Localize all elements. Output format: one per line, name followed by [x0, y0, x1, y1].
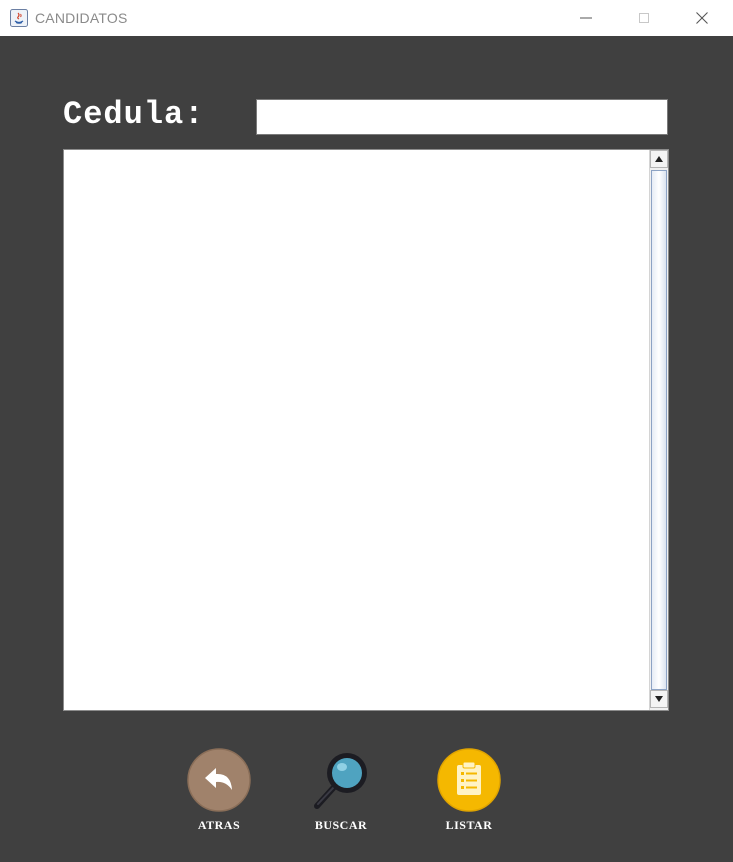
triangle-up-icon — [655, 156, 663, 162]
buscar-label: BUSCAR — [314, 818, 368, 832]
magnifier-icon — [314, 753, 367, 809]
cedula-input[interactable] — [256, 99, 668, 135]
results-panel — [63, 149, 669, 711]
minimize-button[interactable] — [557, 0, 615, 36]
clipboard-list-icon — [437, 748, 501, 812]
close-button[interactable] — [673, 0, 731, 36]
buscar-button[interactable]: BUSCAR — [296, 748, 386, 833]
close-icon — [696, 12, 708, 24]
cedula-label: Cedula: — [63, 96, 205, 133]
listar-button[interactable]: LISTAR — [424, 748, 514, 833]
listar-label: LISTAR — [445, 818, 493, 832]
atras-button[interactable]: ATRAS — [174, 748, 264, 833]
scroll-thumb[interactable] — [651, 170, 667, 690]
results-textarea[interactable] — [64, 150, 649, 710]
atras-label: ATRAS — [197, 818, 241, 832]
vertical-scrollbar[interactable] — [649, 150, 668, 710]
window-title: CANDIDATOS — [35, 10, 128, 26]
triangle-down-icon — [655, 696, 663, 702]
minimize-icon — [580, 17, 592, 19]
java-app-icon — [10, 9, 28, 27]
title-bar: CANDIDATOS — [0, 0, 733, 36]
scroll-up-button[interactable] — [650, 150, 668, 168]
maximize-icon — [639, 13, 649, 23]
maximize-button[interactable] — [615, 0, 673, 36]
scroll-down-button[interactable] — [650, 690, 668, 708]
back-arrow-icon — [187, 748, 251, 812]
